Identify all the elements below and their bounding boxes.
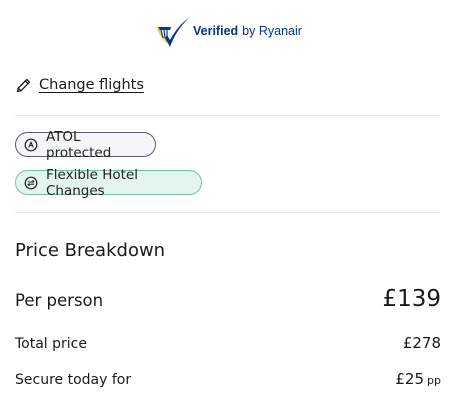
per-person-row: Per person £139 [15, 286, 441, 312]
flexible-hotel-changes-badge: Flexible Hotel Changes [15, 167, 202, 199]
atol-protected-badge: ATOL protected [15, 129, 156, 161]
divider [15, 115, 440, 116]
atol-protected-label: ATOL protected [46, 128, 112, 161]
pencil-icon [16, 78, 31, 92]
secure-today-row: Secure today for £25 pp [15, 369, 441, 388]
per-person-value: £139 [382, 286, 441, 312]
per-person-label: Per person [15, 291, 104, 310]
ryanair-harp-check-icon [157, 18, 189, 47]
flexible-hotel-changes-label: Flexible Hotel Changes [46, 166, 139, 199]
change-flights-link[interactable]: Change flights [15, 74, 144, 96]
secure-today-label: Secure today for [15, 372, 132, 388]
secure-today-price: £25 pp [395, 369, 441, 388]
atol-icon [24, 138, 38, 151]
verified-label: Verified [193, 24, 239, 38]
secure-today-value: £25 [395, 370, 425, 388]
exchange-icon [24, 176, 38, 189]
total-price-value: £278 [402, 334, 441, 352]
verified-by-label: by Ryanair [242, 24, 302, 38]
verified-text: Verified by Ryanair [193, 24, 302, 38]
total-price-row: Total price £278 [15, 334, 441, 352]
secure-today-suffix: pp [427, 374, 441, 387]
total-price-label: Total price [15, 336, 87, 352]
change-flights-label[interactable]: Change flights [39, 77, 144, 93]
price-breakdown-title: Price Breakdown [15, 240, 166, 261]
verified-by-ryanair: Verified by Ryanair [155, 16, 302, 50]
divider [15, 212, 440, 213]
